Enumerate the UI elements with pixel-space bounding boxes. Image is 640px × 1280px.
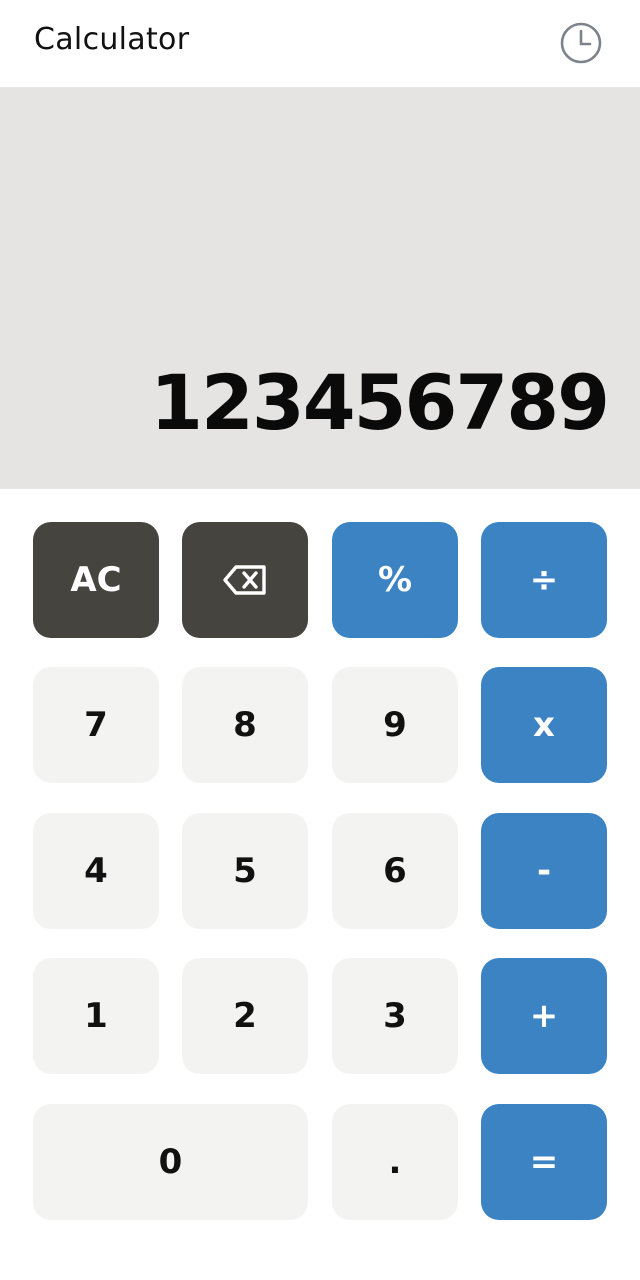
add-button[interactable]: + (481, 958, 607, 1074)
keypad: AC % ÷ 7 8 9 x 4 5 6 - 1 2 3 + 0 . = (0, 489, 640, 1280)
equals-button[interactable]: = (481, 1104, 607, 1220)
digit-1-button[interactable]: 1 (33, 958, 159, 1074)
history-button[interactable] (558, 20, 604, 66)
digit-6-button[interactable]: 6 (332, 813, 458, 929)
digit-7-button[interactable]: 7 (33, 667, 159, 783)
clear-button[interactable]: AC (33, 522, 159, 638)
calculator-app: Calculator 123456789 AC % ÷ 7 8 9 x 4 5 … (0, 0, 640, 1280)
percent-button[interactable]: % (332, 522, 458, 638)
digit-9-button[interactable]: 9 (332, 667, 458, 783)
divide-button[interactable]: ÷ (481, 522, 607, 638)
backspace-button[interactable] (182, 522, 308, 638)
digit-2-button[interactable]: 2 (182, 958, 308, 1074)
subtract-button[interactable]: - (481, 813, 607, 929)
clock-icon (560, 22, 602, 64)
backspace-icon (223, 565, 266, 595)
digit-4-button[interactable]: 4 (33, 813, 159, 929)
display-value: 123456789 (150, 358, 610, 447)
digit-0-button[interactable]: 0 (33, 1104, 308, 1220)
digit-8-button[interactable]: 8 (182, 667, 308, 783)
decimal-button[interactable]: . (332, 1104, 458, 1220)
multiply-button[interactable]: x (481, 667, 607, 783)
app-header: Calculator (0, 0, 640, 87)
app-title: Calculator (34, 22, 190, 57)
digit-5-button[interactable]: 5 (182, 813, 308, 929)
digit-3-button[interactable]: 3 (332, 958, 458, 1074)
result-display: 123456789 (0, 87, 640, 489)
